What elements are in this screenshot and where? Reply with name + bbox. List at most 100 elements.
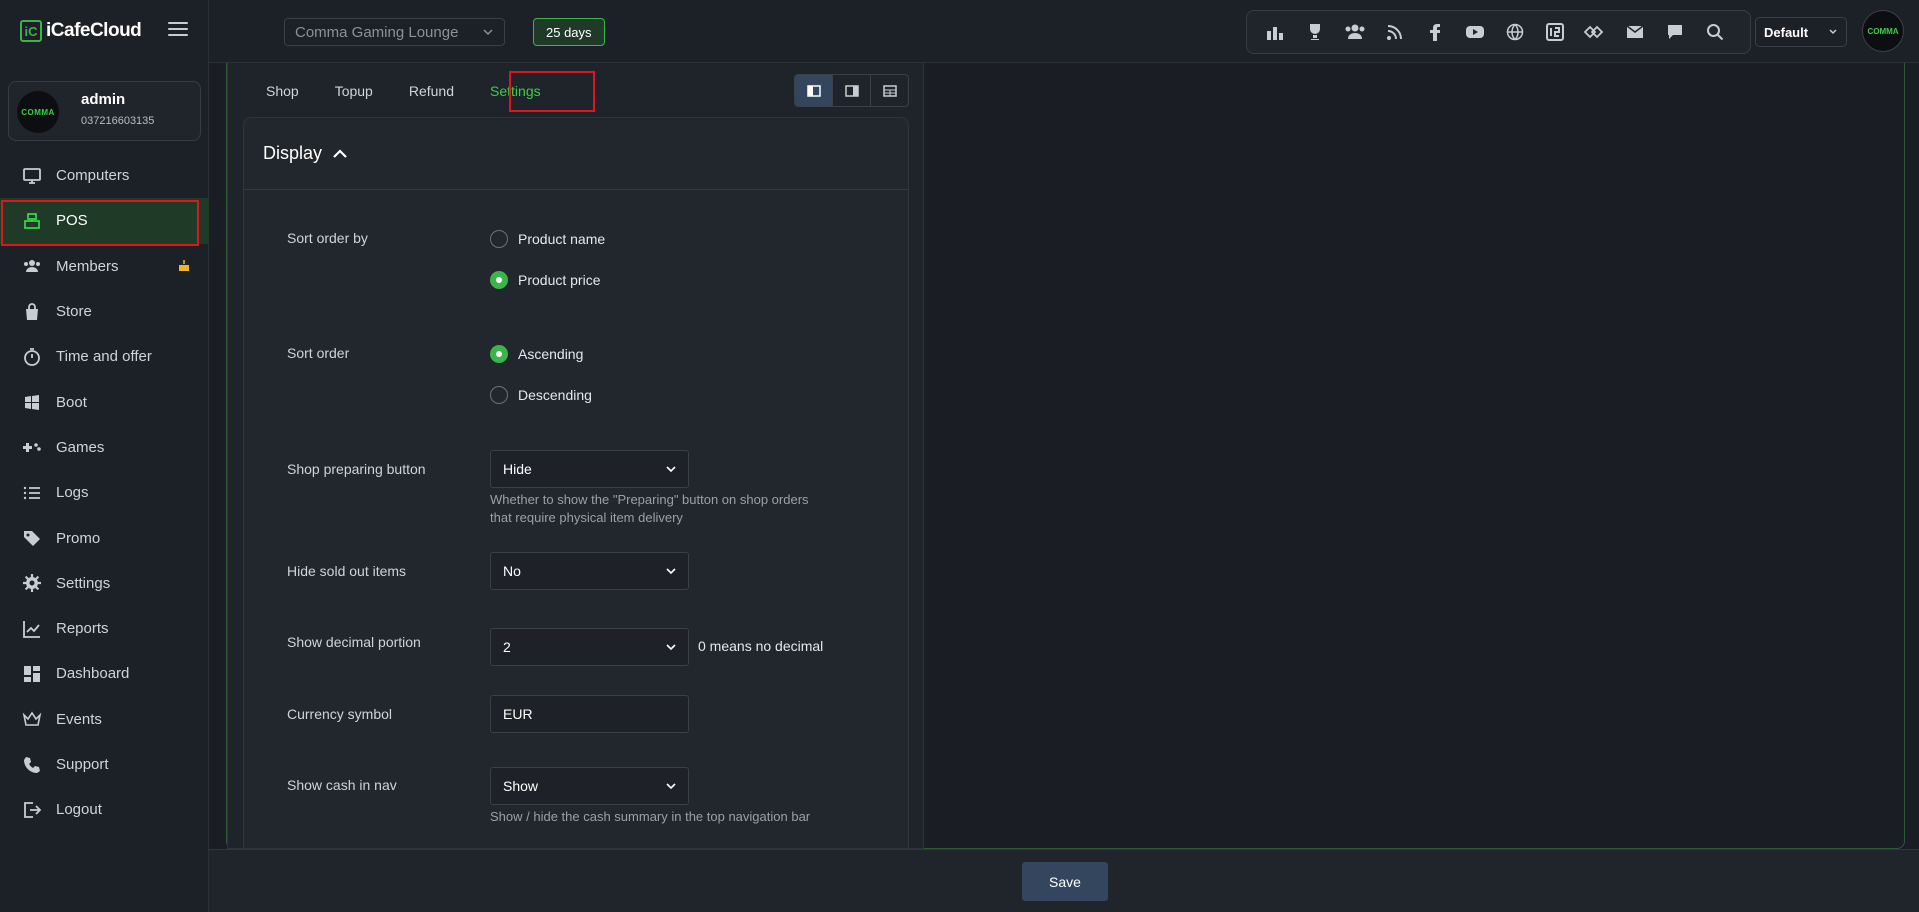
- radio-product-name[interactable]: Product name: [490, 230, 605, 248]
- radio-circle: [490, 271, 508, 289]
- layout-right-panel-icon[interactable]: [833, 75, 871, 106]
- sidebar-item-games[interactable]: Games: [0, 425, 209, 470]
- tab-refund[interactable]: Refund: [391, 72, 472, 110]
- radio-label: Descending: [518, 387, 592, 403]
- tab-topup[interactable]: Topup: [317, 72, 391, 110]
- sidebar-item-label: Reports: [56, 620, 109, 638]
- save-button[interactable]: Save: [1022, 862, 1108, 901]
- sidebar-item-reports[interactable]: Reports: [0, 606, 209, 651]
- sidebar-item-label: Settings: [56, 574, 111, 592]
- venue-select[interactable]: Comma Gaming Lounge: [284, 18, 505, 46]
- cash-register-icon: [22, 211, 42, 231]
- chevron-down-icon: [666, 464, 676, 474]
- phone-icon: [22, 755, 42, 775]
- radio-circle: [490, 230, 508, 248]
- section-header[interactable]: Display: [244, 118, 908, 190]
- profile-select[interactable]: Default: [1755, 17, 1847, 47]
- layers-icon[interactable]: [1575, 12, 1615, 52]
- avatar[interactable]: COMMA: [1862, 10, 1904, 52]
- currency-input[interactable]: EUR: [490, 695, 689, 733]
- toolbar-icons: [1246, 10, 1751, 54]
- sidebar-item-boot[interactable]: Boot: [0, 379, 209, 424]
- sidebar-item-label: Members: [56, 257, 119, 275]
- sidebar-item-label: Time and offer: [56, 348, 152, 366]
- sold-out-select-value: No: [503, 563, 521, 579]
- preparing-select[interactable]: Hide: [490, 450, 689, 488]
- chevron-down-icon: [666, 642, 676, 652]
- cash-nav-help: Show / hide the cash summary in the top …: [490, 809, 811, 824]
- sidebar-item-logout[interactable]: Logout: [0, 787, 209, 832]
- sidebar: iC iCafeCloud COMMA admin 037216603135 C…: [0, 0, 209, 912]
- mail-icon[interactable]: [1615, 12, 1655, 52]
- chat-icon[interactable]: [1655, 12, 1695, 52]
- sidebar-item-computers[interactable]: Computers: [0, 153, 209, 198]
- windows-icon: [22, 392, 42, 412]
- sidebar-item-promo[interactable]: Promo: [0, 515, 209, 560]
- logo-mark: iC: [20, 20, 42, 42]
- gear-icon: [22, 573, 42, 593]
- logo[interactable]: iC iCafeCloud: [20, 20, 142, 42]
- user-card[interactable]: COMMA admin 037216603135: [8, 81, 201, 141]
- layout-left-panel-icon[interactable]: [795, 75, 833, 106]
- tab-shop[interactable]: Shop: [248, 72, 317, 110]
- layout-table-icon[interactable]: [871, 75, 908, 106]
- logout-icon: [22, 800, 42, 820]
- crown-icon: [22, 709, 42, 729]
- globe-icon[interactable]: [1495, 12, 1535, 52]
- decimal-label: Show decimal portion: [287, 634, 421, 650]
- logo-text: iCafeCloud: [46, 20, 142, 41]
- sidebar-item-pos[interactable]: POS: [0, 198, 209, 244]
- radio-ascending[interactable]: Ascending: [490, 345, 583, 363]
- sold-out-select[interactable]: No: [490, 552, 689, 590]
- users-icon[interactable]: [1335, 12, 1375, 52]
- trophy-icon[interactable]: [1295, 12, 1335, 52]
- sidebar-item-store[interactable]: Store: [0, 289, 209, 334]
- chevron-up-icon: [332, 148, 348, 160]
- sidebar-item-label: Boot: [56, 393, 87, 411]
- sidebar-item-support[interactable]: Support: [0, 742, 209, 787]
- sidebar-item-time-and-offer[interactable]: Time and offer: [0, 334, 209, 379]
- cash-nav-label: Show cash in nav: [287, 777, 397, 793]
- sidebar-item-label: Logs: [56, 484, 89, 502]
- decimal-note: 0 means no decimal: [698, 638, 824, 654]
- sidebar-item-label: Computers: [56, 167, 130, 185]
- decimal-select[interactable]: 2: [490, 628, 689, 666]
- leaderboard-icon[interactable]: [1255, 12, 1295, 52]
- sidebar-item-dashboard[interactable]: Dashboard: [0, 651, 209, 696]
- youtube-icon[interactable]: [1455, 12, 1495, 52]
- chart-line-icon: [22, 619, 42, 639]
- hamburger-menu-icon[interactable]: [168, 22, 188, 38]
- radio-descending[interactable]: Descending: [490, 386, 592, 404]
- preparing-label: Shop preparing button: [287, 461, 426, 477]
- rss-icon[interactable]: [1375, 12, 1415, 52]
- decimal-select-value: 2: [503, 639, 511, 655]
- sort-by-label: Sort order by: [287, 230, 368, 246]
- chevron-down-icon: [482, 26, 494, 38]
- sidebar-item-settings[interactable]: Settings: [0, 561, 209, 606]
- preparing-help-line: that require physical item delivery: [490, 510, 683, 525]
- sidebar-item-label: Logout: [56, 801, 102, 819]
- radio-label: Product price: [518, 272, 601, 288]
- users-icon: [22, 256, 42, 276]
- section-title: Display: [263, 143, 323, 163]
- sidebar-item-events[interactable]: Events: [0, 697, 209, 742]
- sidebar-item-label: Support: [56, 756, 109, 773]
- tab-settings[interactable]: Settings: [472, 72, 559, 110]
- search-icon[interactable]: [1695, 12, 1735, 52]
- list-icon: [22, 483, 42, 503]
- monitor-icon: [22, 166, 42, 186]
- radio-circle: [490, 386, 508, 404]
- icafe-logo-icon[interactable]: [1535, 12, 1575, 52]
- sold-out-label: Hide sold out items: [287, 563, 407, 579]
- sidebar-item-label: POS: [56, 212, 88, 230]
- radio-product-price[interactable]: Product price: [490, 271, 600, 289]
- facebook-icon[interactable]: [1415, 12, 1455, 52]
- sidebar-item-logs[interactable]: Logs: [0, 470, 209, 515]
- radio-circle: [490, 345, 508, 363]
- sidebar-item-members[interactable]: Members: [0, 244, 209, 289]
- sort-order-label: Sort order: [287, 345, 350, 361]
- cash-nav-select-value: Show: [503, 778, 539, 794]
- cash-nav-select[interactable]: Show: [490, 767, 689, 805]
- stopwatch-icon: [22, 347, 42, 367]
- sidebar-item-label: Promo: [56, 529, 101, 547]
